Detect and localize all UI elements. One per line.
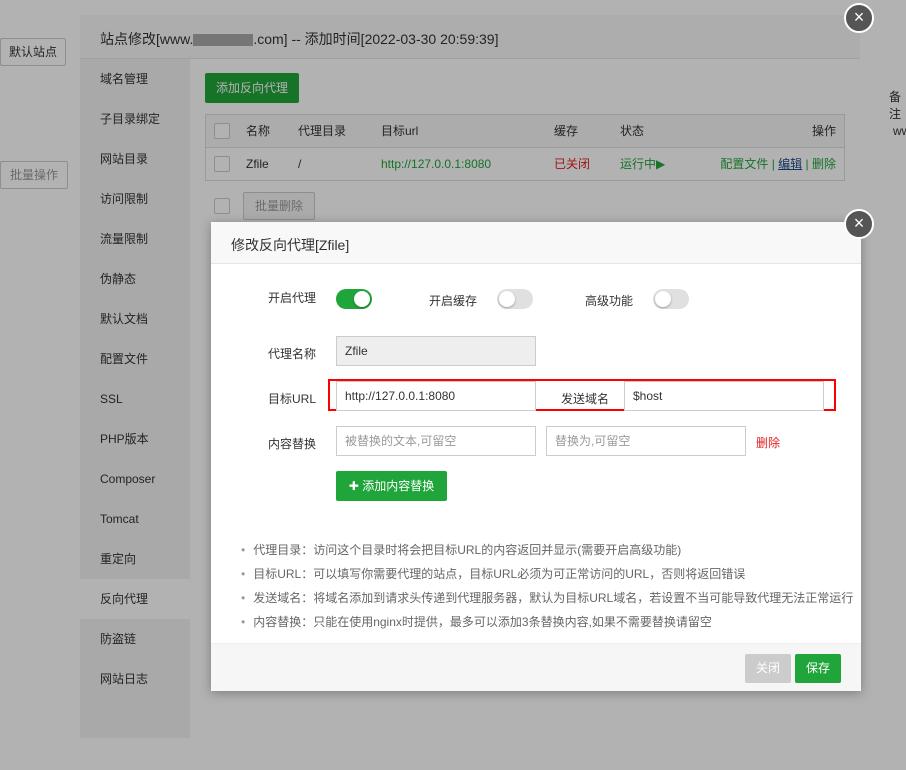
replace-label: 内容替换 <box>267 437 316 451</box>
close-button[interactable]: 关闭 <box>745 654 791 683</box>
note-item: 目标URL：可以填写你需要代理的站点，目标URL必须为可正常访问的URL，否则将… <box>241 564 853 588</box>
target-url-input[interactable]: http://127.0.0.1:8080 <box>336 381 536 411</box>
save-button[interactable]: 保存 <box>795 654 841 683</box>
name-label: 代理名称 <box>267 347 316 361</box>
send-host-label: 发送域名 <box>561 392 610 406</box>
inner-close-icon[interactable]: × <box>844 209 874 239</box>
note-item: 内容替换：只能在使用nginx时提供，最多可以添加3条替换内容,如果不需要替换请… <box>241 612 853 636</box>
add-replace-label: 添加内容替换 <box>362 479 435 493</box>
replace-from-input[interactable]: 被替换的文本,可留空 <box>336 426 536 456</box>
dialog-title: 修改反向代理[Zfile] <box>211 222 861 264</box>
note-item: 发送域名：将域名添加到请求头传递到代理服务器，默认为目标URL域名，若设置不当可… <box>241 588 853 612</box>
note-item: 代理目录：访问这个目录时将会把目标URL的内容返回并显示(需要开启高级功能) <box>241 540 853 564</box>
cache-toggle[interactable] <box>497 289 533 309</box>
advanced-toggle[interactable] <box>653 289 689 309</box>
replace-to-input[interactable]: 替换为,可留空 <box>546 426 746 456</box>
help-notes: 代理目录：访问这个目录时将会把目标URL的内容返回并显示(需要开启高级功能) 目… <box>241 540 853 636</box>
dialog-footer: 关闭 保存 <box>211 643 861 691</box>
delete-replace-link[interactable]: 删除 <box>756 434 780 451</box>
send-host-input[interactable]: $host <box>624 381 824 411</box>
proxy-toggle[interactable] <box>336 289 372 309</box>
proxy-name-field[interactable]: Zfile <box>336 336 536 366</box>
edit-proxy-dialog: 修改反向代理[Zfile] 开启代理 开启缓存 高级功能 代理名称 Zfile … <box>211 222 861 691</box>
advanced-toggle-label: 高级功能 <box>585 294 634 308</box>
add-replace-button[interactable]: ✚ 添加内容替换 <box>336 471 447 501</box>
target-url-label: 目标URL <box>267 392 316 406</box>
outer-close-icon[interactable]: × <box>844 3 874 33</box>
plus-icon: ✚ <box>348 479 363 493</box>
cache-toggle-label: 开启缓存 <box>429 294 478 308</box>
proxy-toggle-label: 开启代理 <box>267 291 316 305</box>
